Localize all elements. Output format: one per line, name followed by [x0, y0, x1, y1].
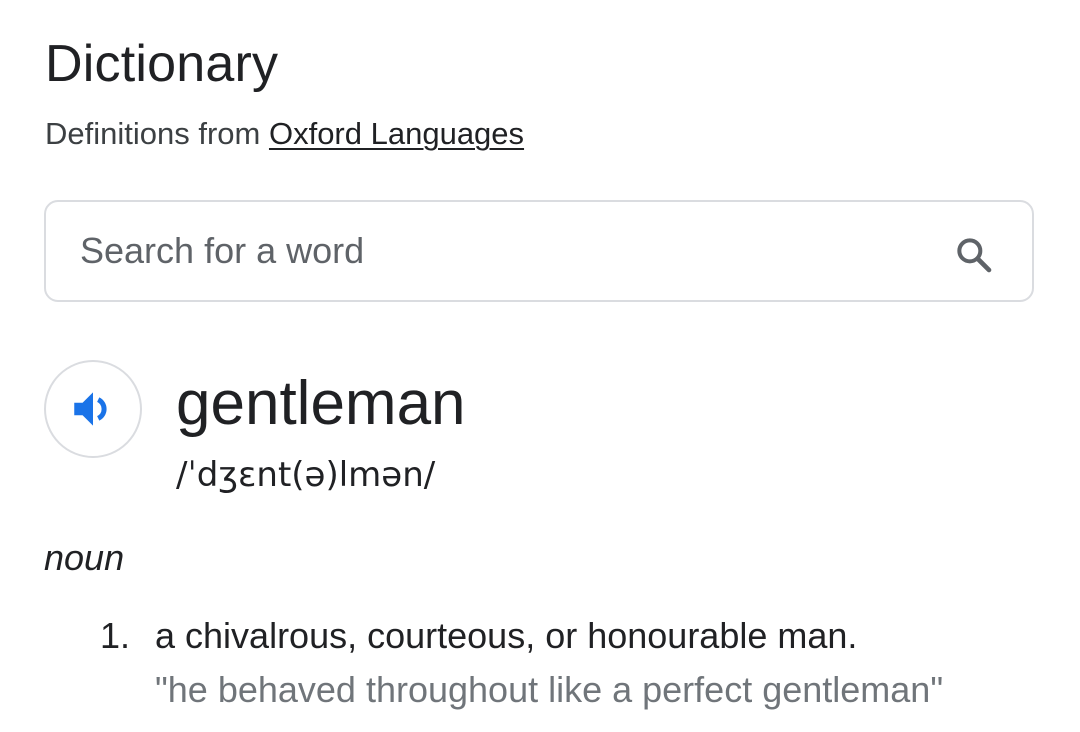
source-prefix: Definitions from — [45, 116, 269, 151]
oxford-languages-link[interactable]: Oxford Languages — [269, 116, 524, 151]
definition-number: 1. — [100, 615, 131, 656]
pronunciation-audio-button[interactable] — [44, 360, 142, 458]
search-input[interactable] — [80, 221, 900, 281]
page-title: Dictionary — [45, 35, 279, 93]
definition-text: a chivalrous, courteous, or honourable m… — [155, 615, 858, 656]
phonetic-transcription: /ˈdʒɛnt(ə)lmən/ — [176, 455, 436, 495]
search-box[interactable] — [44, 200, 1034, 302]
search-icon[interactable] — [954, 235, 994, 275]
headword: gentleman — [176, 369, 466, 438]
source-attribution: Definitions from Oxford Languages — [45, 114, 524, 154]
part-of-speech: noun — [44, 537, 125, 578]
definition-example: "he behaved throughout like a perfect ge… — [155, 669, 944, 710]
speaker-icon — [74, 392, 107, 426]
